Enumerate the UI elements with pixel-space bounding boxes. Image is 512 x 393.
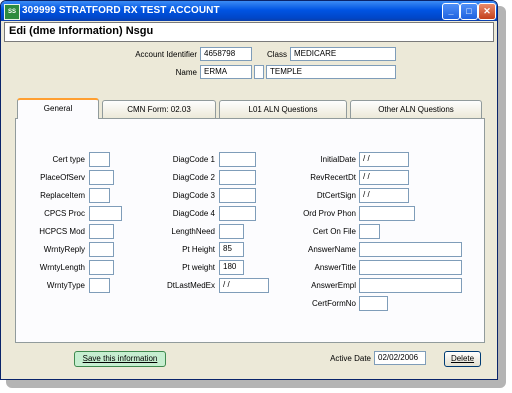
cpcs-proc-field[interactable] xyxy=(89,206,122,221)
ord-prov-phon-label: Ord Prov Phon xyxy=(303,209,356,218)
delete-button[interactable]: Delete xyxy=(444,351,481,367)
middle-initial-field[interactable] xyxy=(254,65,264,79)
account-identifier-field[interactable]: 4658798 xyxy=(200,47,252,61)
cert-on-file-label: Cert On File xyxy=(312,227,356,236)
title-bar[interactable]: SS 309999 STRATFORD RX TEST ACCOUNT _ □ … xyxy=(1,1,497,21)
diagcode-1-label: DiagCode 1 xyxy=(172,155,215,164)
tab-l01-aln-questions[interactable]: L01 ALN Questions xyxy=(219,100,347,118)
app-icon: SS xyxy=(4,4,20,20)
answername-field[interactable] xyxy=(359,242,462,257)
active-date-label: Active Date xyxy=(330,354,371,363)
pt-weight-field[interactable]: 180 xyxy=(219,260,244,275)
diagcode-4-label: DiagCode 4 xyxy=(172,209,215,218)
dtlastmedex-field[interactable]: / / xyxy=(219,278,269,293)
pt-height-label: Pt Height xyxy=(182,245,215,254)
answername-label: AnswerName xyxy=(307,245,356,254)
minimize-button[interactable]: _ xyxy=(442,3,460,20)
initialdate-label: InitialDate xyxy=(320,155,356,164)
answerempl-label: AnswerEmpl xyxy=(311,281,356,290)
tab-other-aln-questions[interactable]: Other ALN Questions xyxy=(350,100,482,118)
lengthneed-field[interactable] xyxy=(219,224,244,239)
window-title: 309999 STRATFORD RX TEST ACCOUNT xyxy=(22,5,220,16)
replaceitem-label: ReplaceItem xyxy=(40,191,85,200)
diagcode-3-field[interactable] xyxy=(219,188,256,203)
tab-cmn-form[interactable]: CMN Form: 02.03 xyxy=(102,100,216,118)
diagcode-4-field[interactable] xyxy=(219,206,256,221)
initialdate-field[interactable]: / / xyxy=(359,152,409,167)
revrecertdt-field[interactable]: / / xyxy=(359,170,409,185)
answertitle-field[interactable] xyxy=(359,260,462,275)
delete-button-label: Delete xyxy=(450,354,475,363)
account-identifier-label: Account Identifier xyxy=(135,50,197,59)
form-header: Edi (dme Information) Nsgu xyxy=(4,22,494,42)
hcpcs-mod-field[interactable] xyxy=(89,224,114,239)
active-date-field[interactable]: 02/02/2006 xyxy=(374,351,426,365)
placeofserv-label: PlaceOfServ xyxy=(40,173,85,182)
class-field[interactable]: MEDICARE xyxy=(290,47,396,61)
pt-height-field[interactable]: 85 xyxy=(219,242,244,257)
last-name-field[interactable]: TEMPLE xyxy=(266,65,396,79)
save-button-label: Save this information xyxy=(82,354,158,363)
ord-prov-phon-field[interactable] xyxy=(359,206,415,221)
dtlastmedex-label: DtLastMedEx xyxy=(166,281,215,290)
diagcode-1-field[interactable] xyxy=(219,152,256,167)
diagcode-2-label: DiagCode 2 xyxy=(172,173,215,182)
cert-type-field[interactable] xyxy=(89,152,110,167)
placeofserv-field[interactable] xyxy=(89,170,114,185)
revrecertdt-label: RevRecertDt xyxy=(310,173,356,182)
diagcode-2-field[interactable] xyxy=(219,170,256,185)
dtcertsign-label: DtCertSign xyxy=(316,191,356,200)
first-name-field[interactable]: ERMA xyxy=(200,65,252,79)
close-button[interactable]: ✕ xyxy=(478,3,496,20)
name-label: Name xyxy=(175,68,197,77)
wrntyreply-label: WrntyReply xyxy=(43,245,85,254)
certformno-label: CertFormNo xyxy=(311,299,356,308)
dtcertsign-field[interactable]: / / xyxy=(359,188,409,203)
lengthneed-label: LengthNeed xyxy=(171,227,215,236)
cpcs-proc-label: CPCS Proc xyxy=(44,209,85,218)
page-title: Edi (dme Information) Nsgu xyxy=(9,25,154,37)
wrntytype-field[interactable] xyxy=(89,278,110,293)
wrntylength-field[interactable] xyxy=(89,260,114,275)
hcpcs-mod-label: HCPCS Mod xyxy=(39,227,85,236)
cert-on-file-field[interactable] xyxy=(359,224,380,239)
replaceitem-field[interactable] xyxy=(89,188,110,203)
wrntytype-label: WrntyType xyxy=(46,281,85,290)
answerempl-field[interactable] xyxy=(359,278,462,293)
app-window: SS 309999 STRATFORD RX TEST ACCOUNT _ □ … xyxy=(0,0,498,380)
tab-general[interactable]: General xyxy=(17,98,99,119)
cert-type-label: Cert type xyxy=(52,155,85,164)
maximize-button[interactable]: □ xyxy=(460,3,478,20)
wrntylength-label: WrntyLength xyxy=(39,263,85,272)
answertitle-label: AnswerTitle xyxy=(314,263,357,272)
class-label: Class xyxy=(266,50,287,59)
certformno-field[interactable] xyxy=(359,296,388,311)
diagcode-3-label: DiagCode 3 xyxy=(172,191,215,200)
wrntyreply-field[interactable] xyxy=(89,242,114,257)
save-button[interactable]: Save this information xyxy=(74,351,166,367)
pt-weight-label: Pt weight xyxy=(182,263,215,272)
